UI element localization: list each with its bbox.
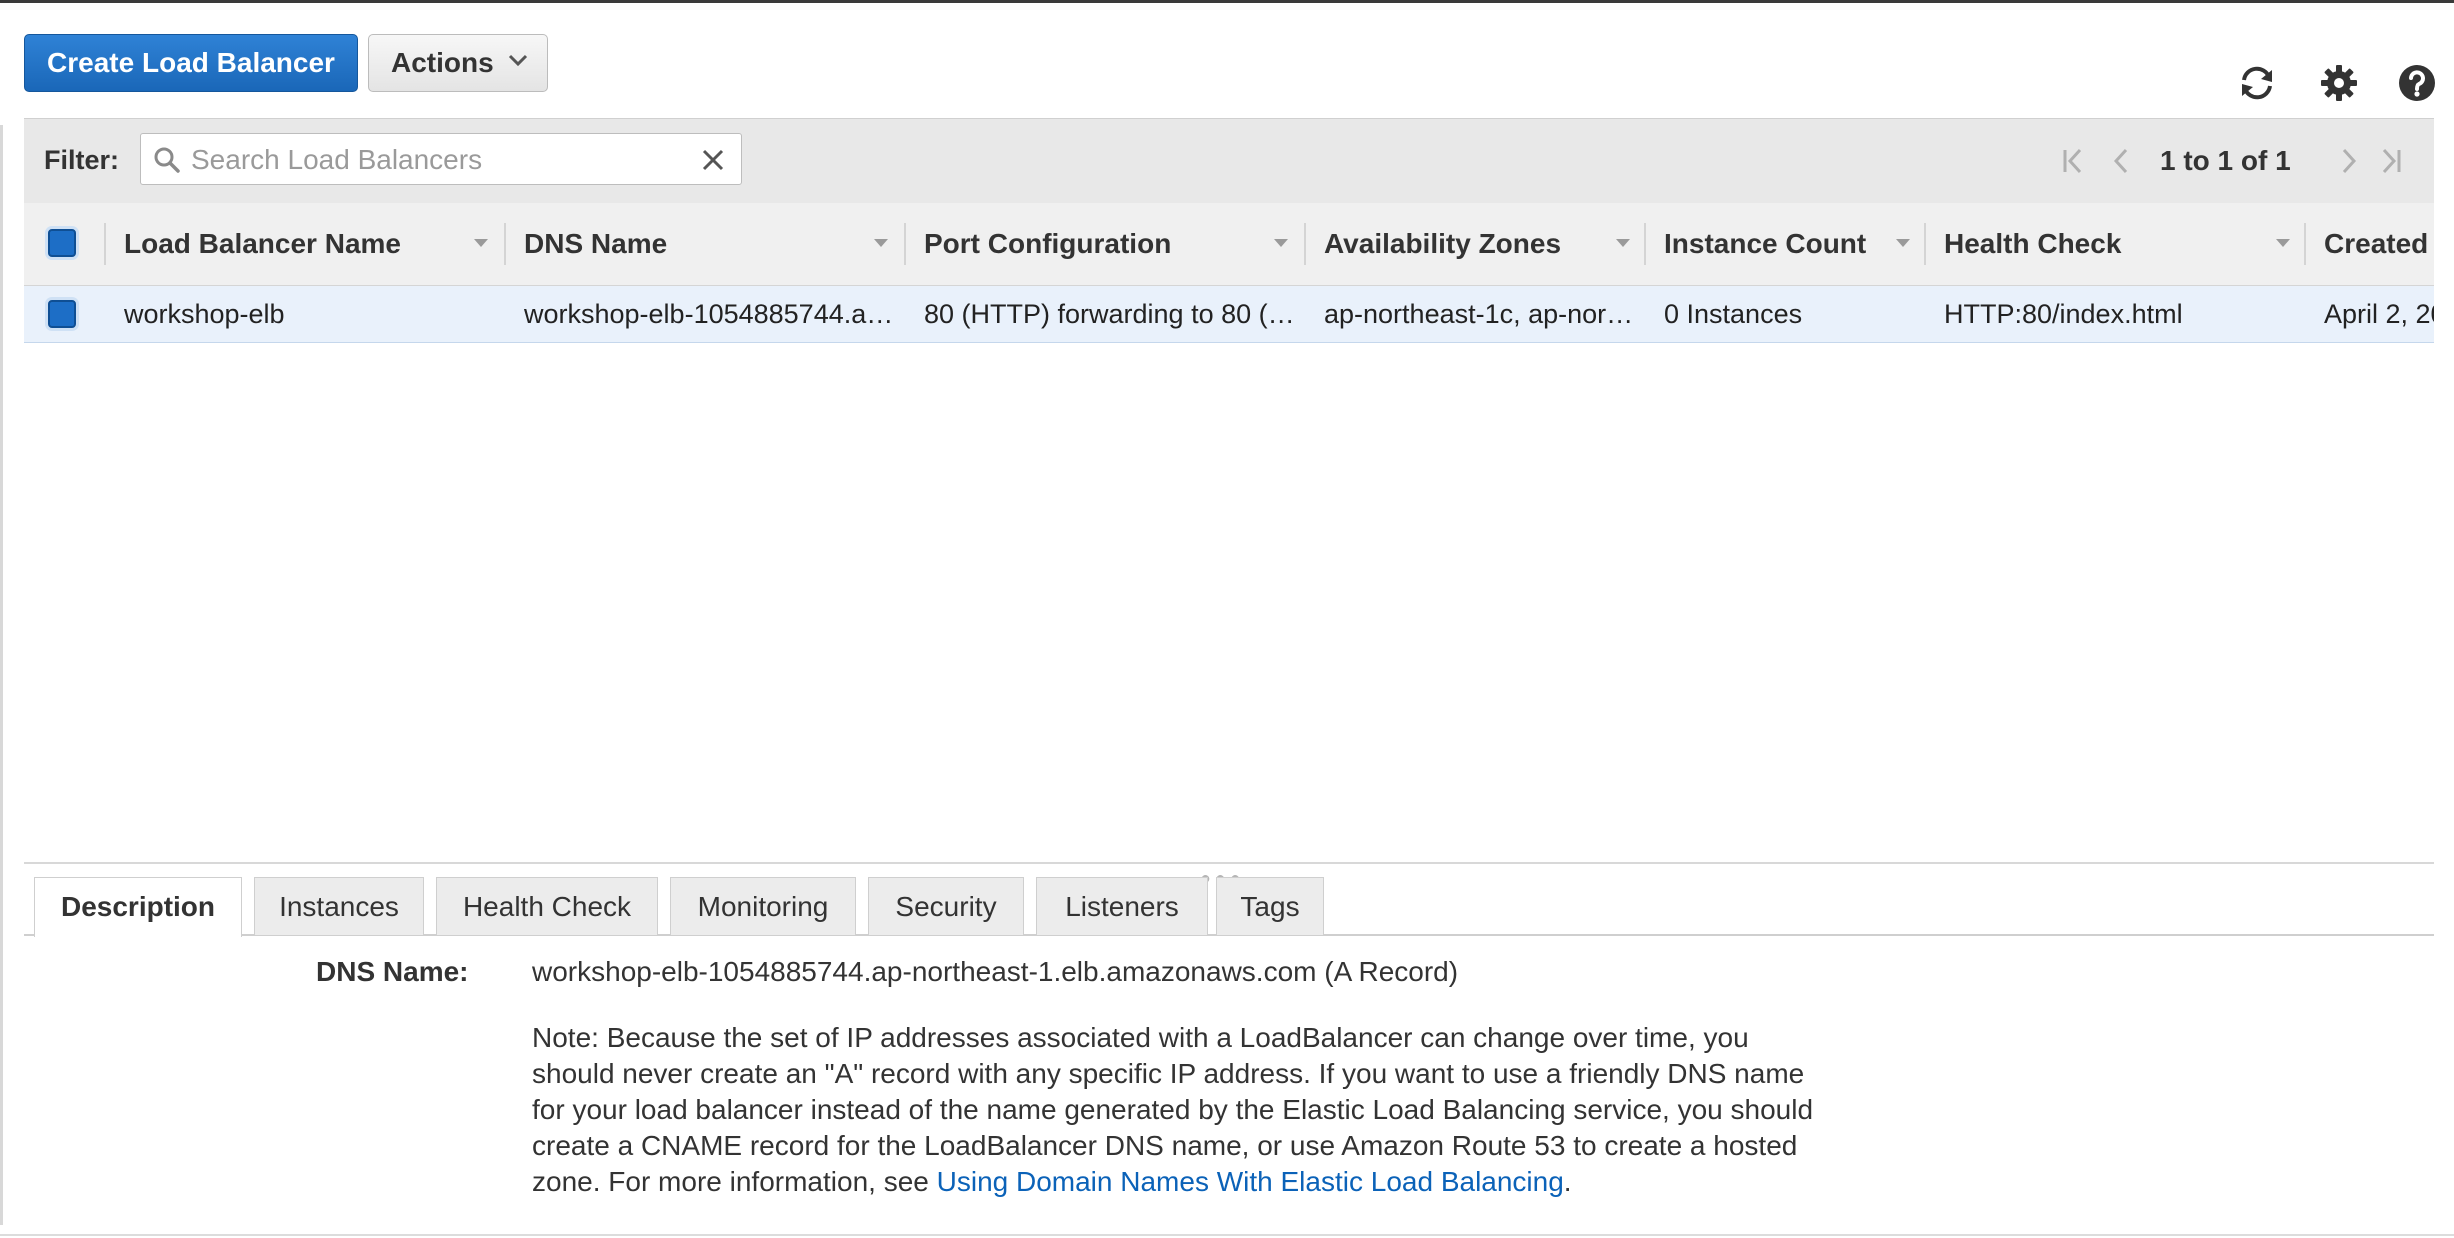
table-header: Load Balancer Name DNS Name Port Configu… <box>24 203 2434 286</box>
window-top-border <box>0 0 2454 3</box>
last-page-icon[interactable] <box>2378 147 2404 175</box>
dns-note-trailing: . <box>1563 1166 1572 1197</box>
cell-instance-count: 0 Instances <box>1664 299 1803 329</box>
sort-caret-icon <box>1616 239 1630 247</box>
tab-security[interactable]: Security <box>868 877 1024 935</box>
search-box[interactable] <box>140 133 742 185</box>
previous-page-icon[interactable] <box>2108 147 2134 175</box>
column-header-port-configuration[interactable]: Port Configuration <box>904 203 1304 285</box>
cell-health-check: HTTP:80/index.html <box>1944 299 2183 329</box>
chevron-down-icon <box>508 54 528 67</box>
clear-search-icon[interactable] <box>701 148 725 172</box>
sort-caret-icon <box>2276 239 2290 247</box>
help-icon[interactable] <box>2396 62 2438 104</box>
bottom-border <box>0 1234 2454 1236</box>
tab-monitoring[interactable]: Monitoring <box>670 877 856 935</box>
filter-bar: Filter: 1 to 1 of 1 <box>24 118 2434 204</box>
search-input[interactable] <box>189 140 673 180</box>
cell-created: April 2, 20 <box>2324 299 2434 329</box>
search-icon <box>154 147 180 173</box>
column-header-load-balancer-name[interactable]: Load Balancer Name <box>104 203 504 285</box>
actions-label: Actions <box>391 47 494 78</box>
cell-dns-name: workshop-elb-1054885744.a… <box>524 299 894 329</box>
cell-port-configuration: 80 (HTTP) forwarding to 80 (… <box>924 299 1294 329</box>
left-border <box>0 125 3 1225</box>
cell-availability-zones: ap-northeast-1c, ap-nor… <box>1324 299 1634 329</box>
sort-caret-icon <box>1274 239 1288 247</box>
row-checkbox[interactable] <box>48 300 76 328</box>
tab-health-check[interactable]: Health Check <box>436 877 658 935</box>
table-row[interactable]: workshop-elb workshop-elb-1054885744.a… … <box>24 286 2434 343</box>
tab-listeners[interactable]: Listeners <box>1036 877 1208 935</box>
dns-name-label: DNS Name: <box>316 956 469 987</box>
refresh-icon[interactable] <box>2236 62 2278 104</box>
tab-instances[interactable]: Instances <box>254 877 424 935</box>
panel-divider[interactable] <box>24 862 2434 864</box>
sort-caret-icon <box>1896 239 1910 247</box>
tab-tags[interactable]: Tags <box>1216 877 1324 935</box>
select-all-checkbox[interactable] <box>48 229 76 257</box>
dns-note: Note: Because the set of IP addresses as… <box>532 1020 1832 1200</box>
sort-caret-icon <box>874 239 888 247</box>
sort-caret-icon <box>474 239 488 247</box>
pagination-text: 1 to 1 of 1 <box>2160 145 2291 176</box>
next-page-icon[interactable] <box>2336 147 2362 175</box>
first-page-icon[interactable] <box>2060 147 2086 175</box>
column-header-dns-name[interactable]: DNS Name <box>504 203 904 285</box>
dns-name-value: workshop-elb-1054885744.ap-northeast-1.e… <box>532 956 1459 987</box>
cell-load-balancer-name: workshop-elb <box>124 299 285 329</box>
create-load-balancer-button[interactable]: Create Load Balancer <box>24 34 358 92</box>
column-header-health-check[interactable]: Health Check <box>1924 203 2304 285</box>
domain-names-help-link[interactable]: Using Domain Names With Elastic Load Bal… <box>937 1166 1564 1197</box>
filter-label: Filter: <box>44 145 120 175</box>
column-header-availability-zones[interactable]: Availability Zones <box>1304 203 1644 285</box>
column-header-instance-count[interactable]: Instance Count <box>1644 203 1924 285</box>
column-header-created[interactable]: Created A <box>2304 203 2434 285</box>
actions-dropdown-button[interactable]: Actions <box>368 34 548 92</box>
tab-description[interactable]: Description <box>34 877 242 937</box>
gear-icon[interactable] <box>2318 62 2360 104</box>
